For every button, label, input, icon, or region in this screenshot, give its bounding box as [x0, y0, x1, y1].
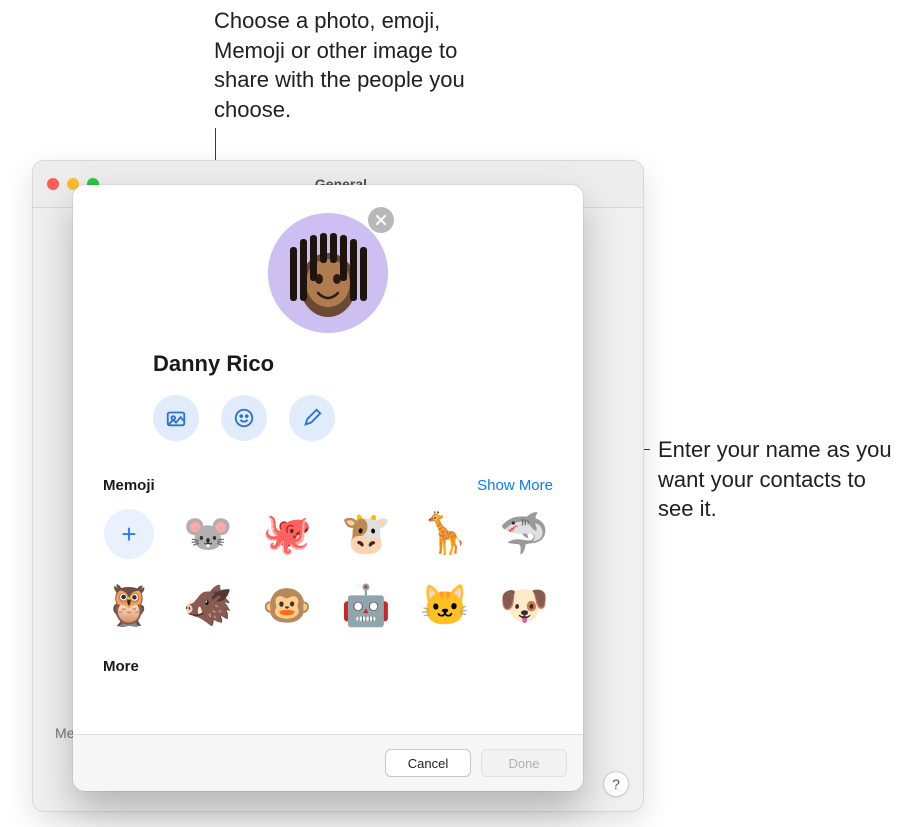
modal-footer: Cancel Done [73, 734, 583, 791]
more-section-title: More [103, 658, 553, 675]
cancel-button[interactable]: Cancel [385, 749, 471, 777]
memoji-title: Memoji [103, 477, 155, 494]
avatar[interactable] [268, 213, 388, 333]
photo-icon [165, 407, 187, 429]
memoji-item[interactable]: 🤖 [334, 578, 398, 634]
memoji-item[interactable]: 🐶 [492, 578, 556, 634]
memoji-item[interactable]: 🐗 [176, 578, 240, 634]
callout-top: Choose a photo, emoji, Memoji or other i… [214, 6, 484, 125]
memoji-item[interactable]: 🦉 [97, 578, 161, 634]
memoji-grid: + 🐭 🐙 🐮 🦒 🦈 🦉 🐗 🐵 🤖 🐱 🐶 [73, 506, 583, 634]
done-button: Done [481, 749, 567, 777]
avatar-container [268, 213, 388, 333]
callout-right: Enter your name as you want your contact… [658, 435, 898, 524]
close-icon [375, 214, 387, 226]
help-button[interactable]: ? [603, 771, 629, 797]
action-row [153, 395, 551, 441]
memoji-item[interactable]: 🦒 [413, 506, 477, 562]
memoji-item[interactable]: 🐙 [255, 506, 319, 562]
memoji-item[interactable]: 🐵 [255, 578, 319, 634]
smiley-icon [233, 407, 255, 429]
memoji-header: Memoji Show More [103, 477, 553, 494]
parent-me-label: Me [55, 725, 74, 741]
edit-name-button[interactable] [289, 395, 335, 441]
memoji-item[interactable]: 🦈 [492, 506, 556, 562]
memoji-item[interactable]: 🐭 [176, 506, 240, 562]
avatar-memoji-image [268, 213, 388, 333]
pencil-icon [301, 407, 323, 429]
user-name: Danny Rico [153, 351, 551, 377]
memoji-item[interactable]: 🐮 [334, 506, 398, 562]
show-more-link[interactable]: Show More [477, 477, 553, 494]
photo-button[interactable] [153, 395, 199, 441]
add-memoji-button[interactable]: + [97, 506, 161, 562]
clear-avatar-button[interactable] [368, 207, 394, 233]
memoji-item[interactable]: 🐱 [413, 578, 477, 634]
plus-icon: + [104, 509, 154, 559]
close-window-icon[interactable] [47, 178, 59, 190]
emoji-button[interactable] [221, 395, 267, 441]
name-photo-sharing-dialog: Danny Rico [73, 185, 583, 791]
